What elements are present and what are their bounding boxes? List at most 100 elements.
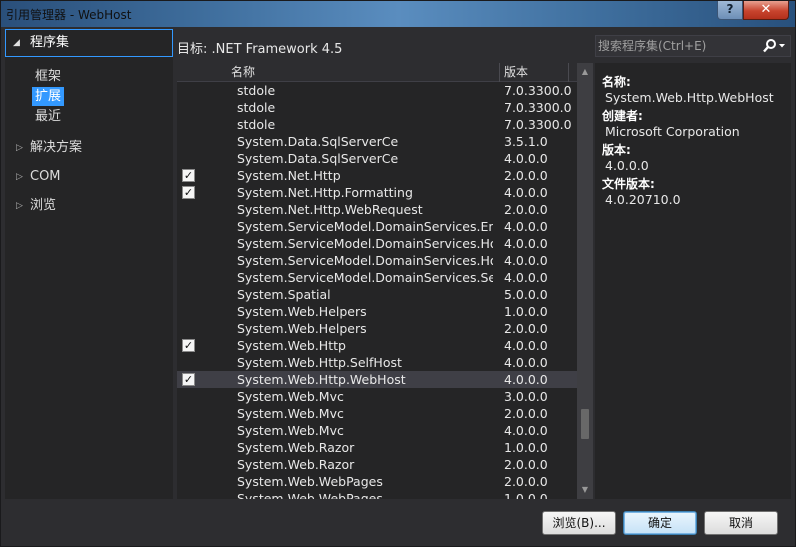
table-row[interactable]: System.Data.SqlServerCe 3.5.1.0 — [177, 133, 577, 150]
table-row[interactable]: System.ServiceModel.DomainServices.Hos..… — [177, 252, 577, 269]
nav-group-solution[interactable]: ▷ 解决方案 — [5, 138, 173, 158]
close-button[interactable]: ✕ — [743, 1, 789, 20]
assembly-name: System.Web.Http — [237, 338, 346, 353]
table-row[interactable]: System.Spatial 5.0.0.0 — [177, 286, 577, 303]
detail-creator-value: Microsoft Corporation — [605, 124, 740, 139]
assembly-name: System.ServiceModel.DomainServices.Hos..… — [237, 253, 493, 268]
row-checkbox[interactable]: ✓ — [182, 373, 195, 386]
nav-item-recent[interactable]: 最近 — [32, 107, 64, 126]
scroll-down-arrow-icon[interactable]: ▼ — [577, 482, 593, 498]
assembly-name: stdole — [237, 117, 276, 132]
assembly-name: System.Net.Http.WebRequest — [237, 202, 423, 217]
assembly-name: System.Web.Razor — [237, 440, 355, 455]
assembly-version: 4.0.0.0 — [504, 423, 548, 438]
assembly-version: 4.0.0.0 — [504, 270, 548, 285]
assembly-version: 4.0.0.0 — [504, 253, 548, 268]
title-bar[interactable]: 引用管理器 - WebHost ? ✕ — [1, 1, 795, 27]
assembly-rows: stdole 7.0.3300.0 stdole 7.0.3300.0 stdole 7.… — [177, 82, 577, 499]
assembly-version: 2.0.0.0 — [504, 457, 548, 472]
table-row[interactable]: System.ServiceModel.DomainServices.Hos..… — [177, 235, 577, 252]
assembly-version: 2.0.0.0 — [504, 406, 548, 421]
table-row[interactable]: System.Web.Mvc 2.0.0.0 — [177, 405, 577, 422]
detail-name-value: System.Web.Http.WebHost — [605, 90, 774, 105]
assembly-name: System.Net.Http — [237, 168, 341, 183]
assembly-name: System.Web.Helpers — [237, 321, 367, 336]
scroll-up-arrow-icon[interactable]: ▲ — [577, 64, 593, 80]
nav-item-extensions[interactable]: 扩展 — [32, 87, 65, 106]
assembly-version: 7.0.3300.0 — [504, 100, 572, 115]
assembly-name: System.Web.WebPages — [237, 474, 383, 489]
help-button[interactable]: ? — [717, 1, 743, 20]
table-row[interactable]: ✓ System.Net.Http 2.0.0.0 — [177, 167, 577, 184]
detail-version-value: 4.0.0.0 — [605, 158, 649, 173]
nav-group-label: 解决方案 — [30, 140, 83, 155]
nav-assemblies-header[interactable]: ◢ 程序集 — [5, 29, 173, 57]
ok-button[interactable]: 确定 — [623, 511, 697, 535]
column-header-name[interactable]: 名称 — [231, 63, 255, 82]
search-box[interactable] — [595, 35, 791, 57]
column-divider[interactable] — [499, 63, 500, 82]
assembly-version: 7.0.3300.0 — [504, 83, 572, 98]
vertical-scrollbar[interactable]: ▲ ▼ — [577, 63, 593, 499]
nav-group-com[interactable]: ▷ COM — [5, 167, 173, 187]
table-row[interactable]: System.Net.Http.WebRequest 2.0.0.0 — [177, 201, 577, 218]
target-framework-label: 目标: .NET Framework 4.5 — [177, 42, 343, 57]
search-icon[interactable] — [760, 38, 788, 54]
table-row[interactable]: System.Web.WebPages 2.0.0.0 — [177, 473, 577, 490]
row-checkbox[interactable]: ✓ — [182, 186, 195, 199]
cancel-button[interactable]: 取消 — [704, 511, 778, 535]
assembly-list: 名称 版本 stdole 7.0.3300.0 stdole 7.0.3300.0 st… — [177, 63, 593, 499]
table-row[interactable]: stdole 7.0.3300.0 — [177, 99, 577, 116]
table-row[interactable]: System.Web.Razor 1.0.0.0 — [177, 439, 577, 456]
assembly-version: 3.5.1.0 — [504, 134, 548, 149]
assembly-name: System.Web.Helpers — [237, 304, 367, 319]
table-row[interactable]: System.Web.Mvc 3.0.0.0 — [177, 388, 577, 405]
assembly-name: System.ServiceModel.DomainServices.Ser..… — [237, 270, 493, 285]
assembly-name: System.Web.Http.WebHost — [237, 372, 406, 387]
table-row[interactable]: stdole 7.0.3300.0 — [177, 116, 577, 133]
column-divider[interactable] — [568, 63, 569, 82]
assembly-name: System.Net.Http.Formatting — [237, 185, 413, 200]
nav-group-browse[interactable]: ▷ 浏览 — [5, 196, 173, 216]
assembly-version: 4.0.0.0 — [504, 338, 548, 353]
assembly-name: System.Spatial — [237, 287, 331, 302]
table-row[interactable]: stdole 7.0.3300.0 — [177, 82, 577, 99]
browse-button[interactable]: 浏览(B)... — [542, 511, 616, 535]
table-row[interactable]: System.ServiceModel.DomainServices.Ser..… — [177, 269, 577, 286]
assembly-name: stdole — [237, 100, 276, 115]
table-row[interactable]: System.Web.WebPages 1.0.0.0 — [177, 490, 577, 499]
table-row[interactable]: System.Web.Mvc 4.0.0.0 — [177, 422, 577, 439]
table-row[interactable]: System.Web.Helpers 2.0.0.0 — [177, 320, 577, 337]
search-input[interactable] — [598, 37, 758, 55]
detail-creator-label: 创建者: — [602, 109, 643, 123]
assembly-version: 4.0.0.0 — [504, 219, 548, 234]
reference-manager-window: 引用管理器 - WebHost ? ✕ ◢ 程序集 框架 扩展 最近 ▷ 解决方… — [0, 0, 796, 547]
table-row[interactable]: System.Web.Http.SelfHost 4.0.0.0 — [177, 354, 577, 371]
assembly-version: 7.0.3300.0 — [504, 117, 572, 132]
row-checkbox[interactable]: ✓ — [182, 339, 195, 352]
detail-name-label: 名称: — [602, 75, 631, 89]
scroll-thumb[interactable] — [581, 409, 589, 439]
column-header-version[interactable]: 版本 — [504, 63, 528, 82]
details-panel: 名称: System.Web.Http.WebHost 创建者: Microso… — [595, 63, 791, 499]
assembly-name: System.Web.Mvc — [237, 423, 344, 438]
assembly-version: 4.0.0.0 — [504, 236, 548, 251]
assembly-version: 2.0.0.0 — [504, 474, 548, 489]
table-row[interactable]: ✓ System.Web.Http.WebHost 4.0.0.0 — [177, 371, 577, 388]
table-row[interactable]: ✓ System.Web.Http 4.0.0.0 — [177, 337, 577, 354]
table-row[interactable]: System.Data.SqlServerCe 4.0.0.0 — [177, 150, 577, 167]
window-title: 引用管理器 - WebHost — [6, 8, 132, 22]
assembly-version: 2.0.0.0 — [504, 202, 548, 217]
table-row[interactable]: ✓ System.Net.Http.Formatting 4.0.0.0 — [177, 184, 577, 201]
assembly-name: stdole — [237, 83, 276, 98]
nav-item-framework[interactable]: 框架 — [32, 67, 64, 86]
assembly-version: 4.0.0.0 — [504, 372, 548, 387]
table-row[interactable]: System.Web.Helpers 1.0.0.0 — [177, 303, 577, 320]
assembly-version: 1.0.0.0 — [504, 304, 548, 319]
table-row[interactable]: System.Web.Razor 2.0.0.0 — [177, 456, 577, 473]
detail-version-label: 版本: — [602, 143, 631, 157]
row-checkbox[interactable]: ✓ — [182, 169, 195, 182]
table-row[interactable]: System.ServiceModel.DomainServices.Enti.… — [177, 218, 577, 235]
nav-assemblies-label: 程序集 — [30, 35, 70, 50]
category-nav: ◢ 程序集 框架 扩展 最近 ▷ 解决方案 ▷ COM ▷ 浏览 — [5, 29, 173, 499]
